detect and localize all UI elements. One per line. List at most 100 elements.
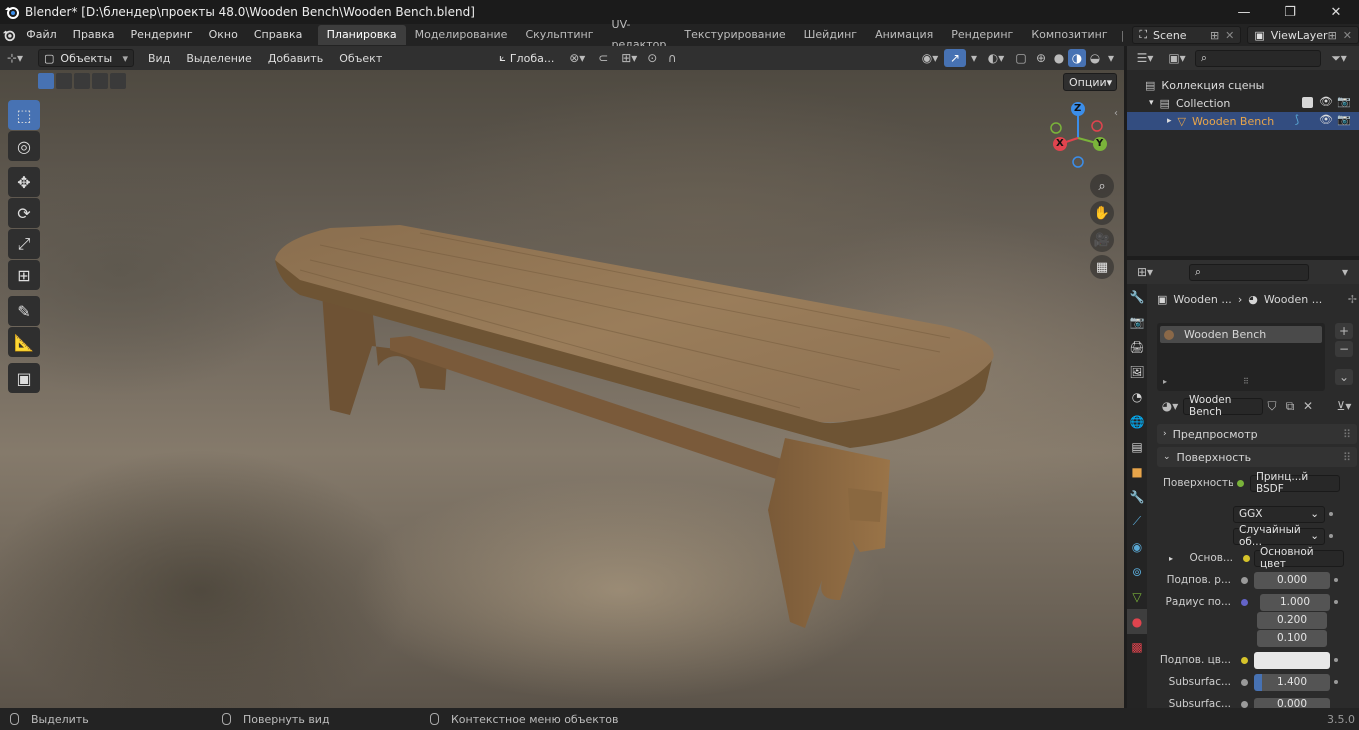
drag-handle-icon[interactable]: ⠿ (1343, 428, 1351, 441)
material-tab-icon[interactable]: ● (1127, 609, 1147, 634)
data-tab-icon[interactable]: ▽ (1127, 584, 1147, 609)
wireframe-shading-icon[interactable]: ⊕ (1032, 49, 1050, 67)
rendered-shading-icon[interactable]: ◒ (1086, 49, 1104, 67)
distribution-dropdown[interactable]: GGX ⌄ (1233, 505, 1325, 523)
3d-viewport[interactable]: Опции ▾ ⬚ ◎ ✥ ⟳ ⤢ ⊞ ✎ 📐 ▣ Z Y X ⌕ ✋ 🎥 ▦ … (0, 70, 1124, 708)
menu-edit[interactable]: Правка (65, 24, 123, 46)
constraints-tab-icon[interactable]: ⊚ (1127, 559, 1147, 584)
eye-icon[interactable]: 👁 (1319, 95, 1333, 108)
snap-icon[interactable]: ⊂ (590, 49, 616, 67)
eye-icon[interactable]: 👁 (1319, 113, 1333, 126)
display-mode-icon[interactable]: ▣▾ (1163, 49, 1191, 67)
gizmo-dropdown-icon[interactable]: ▾ (966, 49, 982, 67)
expand-right-icon[interactable]: ▸ (1167, 116, 1172, 126)
camera-icon[interactable]: 🎥 (1090, 228, 1114, 252)
unlink-material-icon[interactable]: ✕ (1299, 397, 1317, 415)
subsurface-radius-y-field[interactable]: 0.200 (1257, 611, 1327, 629)
zoom-icon[interactable]: ⌕ (1090, 174, 1114, 198)
xray-icon[interactable]: ▢ (1010, 49, 1032, 67)
pin-icon[interactable]: ✢ (1348, 293, 1357, 306)
blender-menu-icon[interactable] (0, 26, 18, 44)
slot-specials-button[interactable]: ⌄ (1335, 369, 1353, 385)
preview-panel-header[interactable]: › Предпросмотр ⠿ (1157, 424, 1357, 444)
shading-options-icon[interactable]: ▾ (1104, 49, 1118, 67)
render-camera-icon[interactable]: 📷 (1337, 95, 1351, 108)
surface-shader-field[interactable]: Принц...й BSDF (1250, 471, 1340, 495)
browse-material-icon[interactable]: ◕▾ (1157, 397, 1183, 415)
outliner-scene-collection[interactable]: ▤ Коллекция сцены (1127, 76, 1359, 94)
expand-right-icon[interactable]: ▸ (1163, 377, 1167, 386)
outliner-search-input[interactable]: ⌕ (1195, 49, 1321, 67)
node-tree-icon[interactable]: ⊻▾ (1331, 397, 1357, 415)
gizmo-toggle-icon[interactable]: ↗ (944, 49, 966, 67)
viewlayer-selector[interactable]: ▣ ViewLayer ⊞ ✕ (1247, 26, 1359, 44)
menu-window[interactable]: Окно (201, 24, 246, 46)
modifiers-tab-icon[interactable]: 🔧 (1127, 484, 1147, 509)
scene-tab-icon[interactable]: ◔ (1127, 384, 1147, 409)
pivot-point-icon[interactable]: ⊗▾ (564, 49, 590, 67)
sidebar-toggle-icon[interactable]: ‹ (1114, 108, 1124, 128)
texture-tab-icon[interactable]: ▩ (1127, 634, 1147, 659)
menu-view[interactable]: Вид (140, 52, 178, 65)
physics-tab-icon[interactable]: ◉ (1127, 534, 1147, 559)
tab-animation[interactable]: Анимация (866, 25, 942, 45)
resize-handle-icon[interactable]: ⠿ (1243, 377, 1249, 386)
keyframe-dot-icon[interactable] (1329, 534, 1333, 538)
overlays-icon[interactable]: ◐▾ (982, 49, 1010, 67)
render-tab-icon[interactable]: 📷 (1127, 309, 1147, 334)
scene-selector[interactable]: ⛶ Scene ⊞ ✕ (1132, 26, 1242, 44)
tab-sculpting[interactable]: Скульптинг (516, 25, 602, 45)
close-button[interactable]: ✕ (1313, 0, 1359, 24)
drag-handle-icon[interactable]: ⠿ (1343, 451, 1351, 464)
outliner-object-row[interactable]: ▸ ▽ Wooden Bench ⟆ 👁 📷 (1127, 112, 1359, 130)
surface-panel-header[interactable]: ⌄ Поверхность ⠿ (1157, 447, 1357, 467)
pin-icon[interactable]: ⊞ (1210, 29, 1219, 42)
remove-slot-button[interactable]: − (1335, 341, 1353, 357)
falloff-icon[interactable]: ∩ (662, 49, 682, 67)
properties-search-input[interactable]: ⌕ (1189, 263, 1309, 281)
viewlayer-copy-icon[interactable]: ⊞ (1328, 29, 1337, 42)
subsurface-weight-field[interactable]: 0.000 (1254, 571, 1330, 589)
menu-file[interactable]: Файл (18, 24, 64, 46)
object-tab-icon[interactable]: ■ (1127, 459, 1147, 484)
subsurface-method-dropdown[interactable]: Случайный об... ⌄ (1233, 524, 1325, 548)
pan-hand-icon[interactable]: ✋ (1090, 201, 1114, 225)
view-layer-tab-icon[interactable]: 🖼 (1127, 359, 1147, 384)
keyframe-dot-icon[interactable] (1334, 658, 1338, 662)
navigation-gizmo[interactable]: Z Y X (1042, 100, 1112, 170)
transform-orientation-dropdown[interactable]: ⟀ Глоба... (494, 49, 564, 67)
mode-dropdown[interactable]: ▢ Объекты ▾ (38, 49, 134, 67)
world-tab-icon[interactable]: 🌐 (1127, 409, 1147, 434)
proportional-edit-icon[interactable]: ⊙ (642, 49, 662, 67)
fake-user-shield-icon[interactable]: ⛉ (1263, 397, 1281, 415)
keyframe-dot-icon[interactable] (1334, 680, 1338, 684)
properties-editor-type-icon[interactable]: ⊞▾ (1131, 263, 1159, 281)
particles-tab-icon[interactable]: ⟋ (1127, 509, 1147, 534)
menu-select[interactable]: Выделение (178, 52, 260, 65)
material-preview-shading-icon[interactable]: ◑ (1068, 49, 1086, 67)
snap-target-icon[interactable]: ⊞▾ (616, 49, 642, 67)
tab-rendering[interactable]: Рендеринг (942, 25, 1022, 45)
menu-help[interactable]: Справка (246, 24, 310, 46)
exclude-checkbox[interactable] (1302, 97, 1313, 108)
properties-options-icon[interactable]: ▾ (1335, 263, 1355, 281)
expand-right-icon[interactable]: ▸ (1159, 554, 1175, 563)
solid-shading-icon[interactable]: ● (1050, 49, 1068, 67)
modifier-icon[interactable]: ⟆ (1295, 113, 1299, 126)
menu-render[interactable]: Рендеринг (123, 24, 201, 46)
grid-perspective-icon[interactable]: ▦ (1090, 255, 1114, 279)
filter-icon[interactable]: ⏷▾ (1325, 49, 1353, 67)
minimize-button[interactable]: — (1221, 0, 1267, 24)
tab-shading[interactable]: Шейдинг (795, 25, 866, 45)
viewlayer-remove-icon[interactable]: ✕ (1343, 29, 1352, 42)
scene-remove-icon[interactable]: ✕ (1225, 29, 1234, 42)
keyframe-dot-icon[interactable] (1329, 512, 1333, 516)
subsurface-radius-x-field[interactable]: 1.000 (1260, 593, 1330, 611)
menu-object[interactable]: Объект (331, 52, 390, 65)
subsurface-color-swatch[interactable] (1254, 651, 1330, 669)
render-camera-icon[interactable]: 📷 (1337, 113, 1351, 126)
visibility-icon[interactable]: ◉▾ (916, 49, 944, 67)
keyframe-dot-icon[interactable] (1334, 578, 1338, 582)
add-slot-button[interactable]: + (1335, 323, 1353, 339)
material-name-field[interactable]: Wooden Bench (1183, 394, 1263, 418)
